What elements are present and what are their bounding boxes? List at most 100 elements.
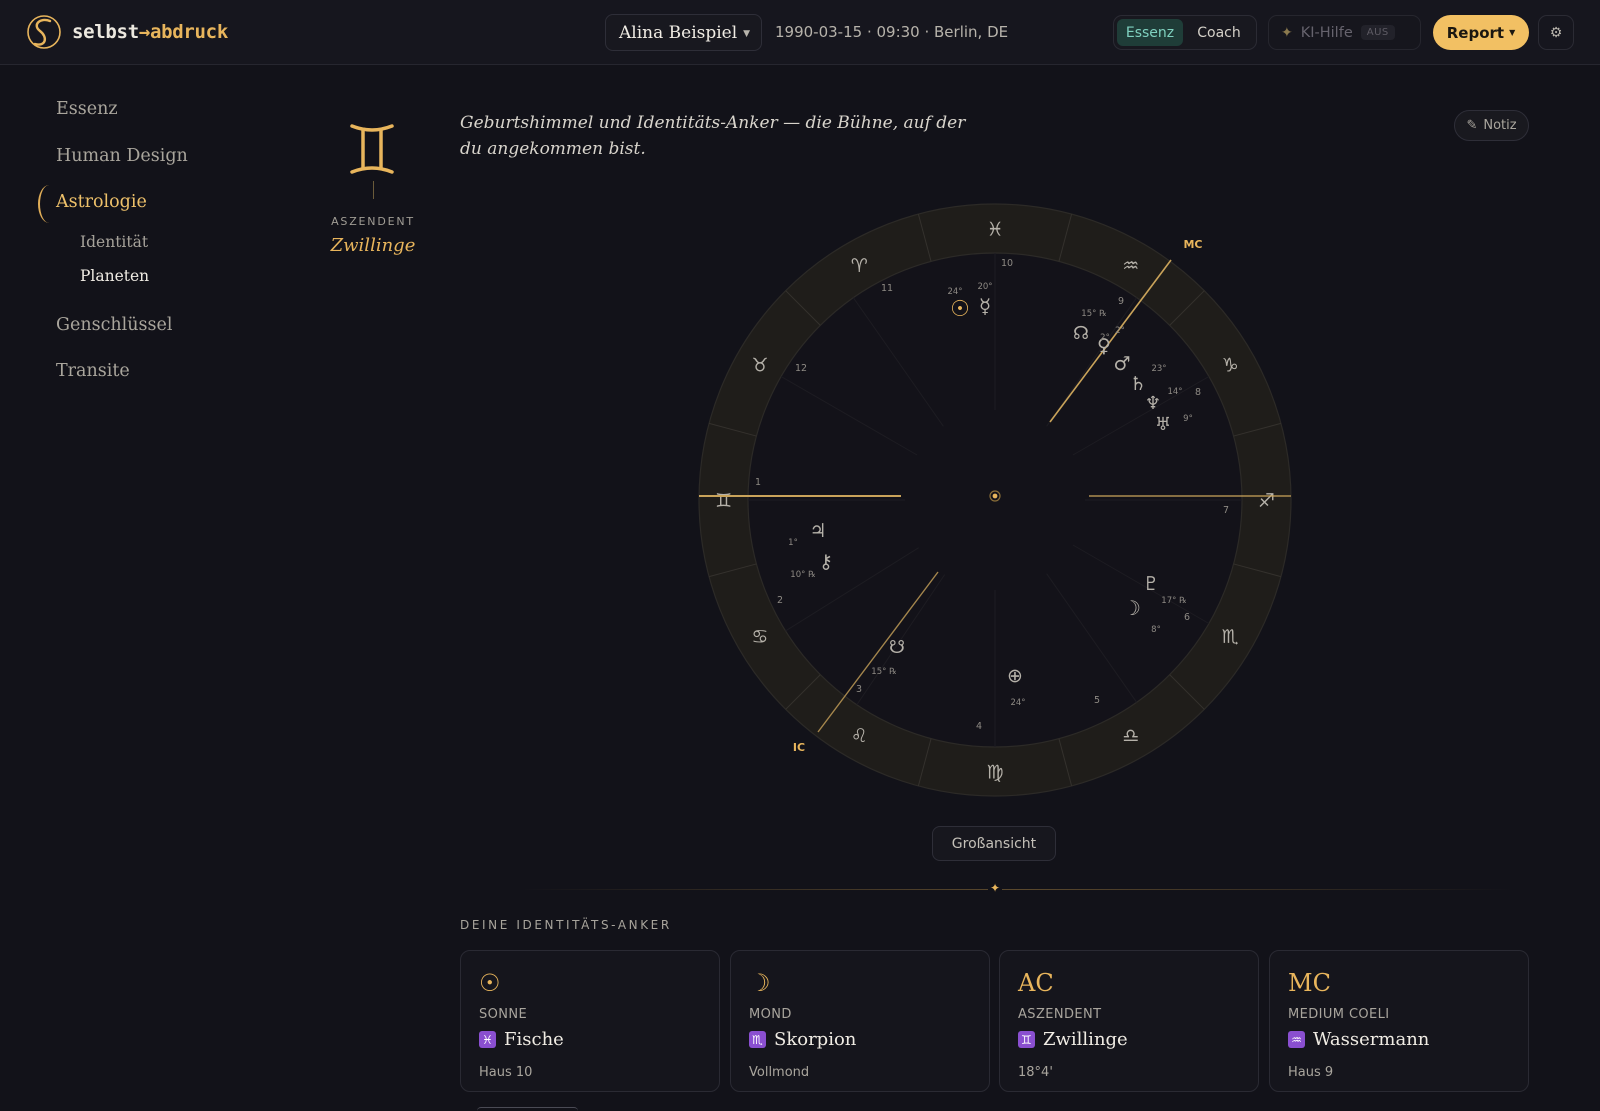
house-number: 11	[881, 283, 893, 294]
house-number: 4	[976, 721, 982, 732]
mc-label: MC	[1183, 238, 1202, 251]
scroll-stub	[477, 1107, 578, 1111]
house-number: 8	[1195, 387, 1201, 398]
moon-icon: ☽	[1123, 596, 1141, 620]
person-select[interactable]: Alina Beispiel ▼	[605, 14, 762, 51]
taurus-icon: ♉	[751, 354, 768, 376]
scorpio-icon: ♏	[1222, 626, 1239, 648]
jupiter-icon: ♃	[809, 520, 826, 542]
pluto-degree: 17° ℞	[1161, 596, 1187, 606]
section-title: DEINE IDENTITÄTS-ANKER	[460, 918, 672, 932]
section-divider	[520, 889, 1514, 890]
north-node-degree: 15° ℞	[1081, 309, 1107, 319]
neptune-degree: 14°	[1167, 387, 1182, 397]
anchor-detail: 18°4'	[1018, 1065, 1053, 1080]
house-number: 5	[1094, 695, 1100, 706]
anchor-sign: ♓ Fische	[479, 1029, 564, 1050]
pluto-icon: ♇	[1142, 573, 1159, 595]
sagittarius-icon: ♐	[1258, 490, 1275, 512]
mode-essenz-button[interactable]: Essenz	[1117, 19, 1184, 46]
sparkle-icon: ✦	[1281, 24, 1293, 41]
pencil-icon: ✎	[1466, 118, 1478, 133]
saturn-icon: ♄	[1129, 373, 1146, 395]
uranus-icon: ♅	[1155, 414, 1171, 435]
note-label: Notiz	[1483, 118, 1517, 133]
nav-item-astrologie[interactable]: Astrologie	[56, 192, 147, 212]
ic-label: IC	[793, 741, 805, 754]
report-button[interactable]: Report ▼	[1433, 15, 1529, 50]
ascendant-sign: Zwillinge	[330, 235, 416, 256]
anchor-detail: Vollmond	[749, 1065, 810, 1080]
part-of-fortune-degree: 24°	[1010, 698, 1025, 708]
aquarius-icon: ♒	[1288, 1031, 1305, 1048]
aries-icon: ♈	[851, 255, 868, 277]
chiron-degree: 10° ℞	[790, 570, 816, 580]
anchor-kind: SONNE	[479, 1007, 528, 1022]
nav-item-transite[interactable]: Transite	[56, 361, 130, 381]
neptune-icon: ♆	[1145, 393, 1161, 414]
mode-toggle: Essenz Coach	[1113, 15, 1257, 50]
note-button[interactable]: ✎ Notiz	[1454, 110, 1529, 141]
zoom-button[interactable]: Großansicht	[932, 826, 1056, 861]
mars-icon: ♂	[1113, 353, 1130, 375]
chevron-down-icon: ▼	[743, 29, 750, 39]
nav-item-human-design[interactable]: Human Design	[56, 146, 188, 166]
divider-star-icon: ✦	[988, 881, 1002, 897]
sun-icon: ☉	[479, 969, 501, 997]
nav-item-essenz[interactable]: Essenz	[56, 99, 118, 119]
capricorn-icon: ♑	[1222, 354, 1239, 376]
nav-sub-identitaet[interactable]: Identität	[80, 233, 148, 251]
south-node-degree: 15° ℞	[871, 667, 897, 677]
mercury-icon: ☿	[979, 294, 991, 318]
part-of-fortune-icon: ⊕	[1007, 665, 1023, 687]
house-number: 1	[755, 477, 761, 488]
gear-icon: ⚙	[1549, 24, 1563, 41]
anchor-sign-name: Wassermann	[1313, 1029, 1430, 1050]
mars-degree: 2°	[1100, 333, 1110, 343]
house-number: 6	[1184, 612, 1190, 623]
person-name: Alina Beispiel	[619, 22, 738, 43]
mode-coach-button[interactable]: Coach	[1185, 19, 1253, 46]
house-number: 12	[795, 363, 807, 374]
chiron-icon: ⚷	[819, 551, 833, 573]
house-number: 10	[1001, 258, 1013, 269]
anchor-card-sun[interactable]: ☉ SONNE ♓ Fische Haus 10	[460, 950, 720, 1092]
saturn-degree: 23°	[1151, 364, 1166, 374]
virgo-icon: ♍	[986, 762, 1003, 784]
anchor-card-mc[interactable]: MC MEDIUM COELI ♒ Wassermann Haus 9	[1269, 950, 1529, 1092]
house-number: 7	[1223, 505, 1229, 516]
ascendant-label: ASZENDENT	[331, 215, 415, 228]
south-node-icon: ☋	[889, 637, 905, 658]
sun-degree: 24°	[947, 287, 962, 297]
pisces-icon: ♓	[479, 1031, 496, 1048]
ki-help-toggle[interactable]: ✦ KI-Hilfe AUS	[1268, 15, 1421, 50]
anchor-detail: Haus 9	[1288, 1065, 1334, 1080]
gemini-icon	[350, 124, 394, 174]
jupiter-degree: 1°	[788, 538, 798, 548]
logo[interactable]: selbst→abdruck	[26, 13, 228, 51]
birth-info: 1990-03-15 · 09:30 · Berlin, DE	[775, 23, 1009, 41]
anchor-sign: ♒ Wassermann	[1288, 1029, 1429, 1050]
gemini-icon: ♊	[1018, 1031, 1035, 1048]
nav-sub-planeten[interactable]: Planeten	[80, 267, 149, 285]
ki-help-label: KI-Hilfe	[1300, 24, 1353, 41]
anchor-sign-name: Zwillinge	[1043, 1029, 1128, 1050]
scorpio-icon: ♏	[749, 1031, 766, 1048]
nav-item-genschluessel[interactable]: Genschlüssel	[56, 315, 172, 335]
leo-icon: ♌	[851, 725, 868, 747]
anchor-detail: Haus 10	[479, 1065, 533, 1080]
anchor-sign: ♊ Zwillinge	[1018, 1029, 1128, 1050]
ascendant-abbrev: AC	[1018, 969, 1054, 997]
pisces-icon: ♓	[986, 219, 1003, 241]
center-point	[992, 493, 998, 499]
top-bar: selbst→abdruck Alina Beispiel ▼ 1990-03-…	[0, 0, 1600, 65]
report-label: Report	[1446, 23, 1505, 42]
anchor-card-ascendant[interactable]: AC ASZENDENT ♊ Zwillinge 18°4'	[999, 950, 1259, 1092]
natal-chart[interactable]: ♓♈♉♊♋♌♍♎♏♐♑♒123456789101112MCIC☉24°☿20°☊…	[695, 200, 1295, 800]
venus-degree: 2°	[1115, 326, 1125, 336]
anchor-card-moon[interactable]: ☽ MOND ♏ Skorpion Vollmond	[730, 950, 990, 1092]
logo-icon	[27, 15, 61, 49]
aquarius-icon: ♒	[1122, 255, 1139, 277]
settings-button[interactable]: ⚙	[1538, 15, 1574, 50]
anchor-sign-name: Skorpion	[774, 1029, 857, 1050]
